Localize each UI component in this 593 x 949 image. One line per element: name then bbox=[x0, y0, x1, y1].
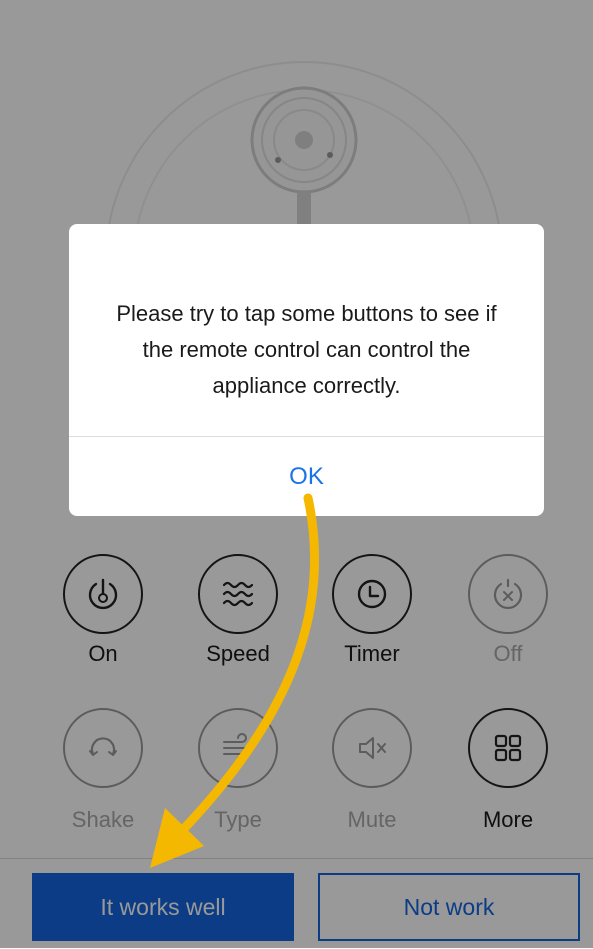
instruction-dialog: Please try to tap some buttons to see if… bbox=[69, 224, 544, 516]
dialog-message: Please try to tap some buttons to see if… bbox=[116, 301, 497, 398]
ok-button[interactable]: OK bbox=[69, 437, 544, 516]
